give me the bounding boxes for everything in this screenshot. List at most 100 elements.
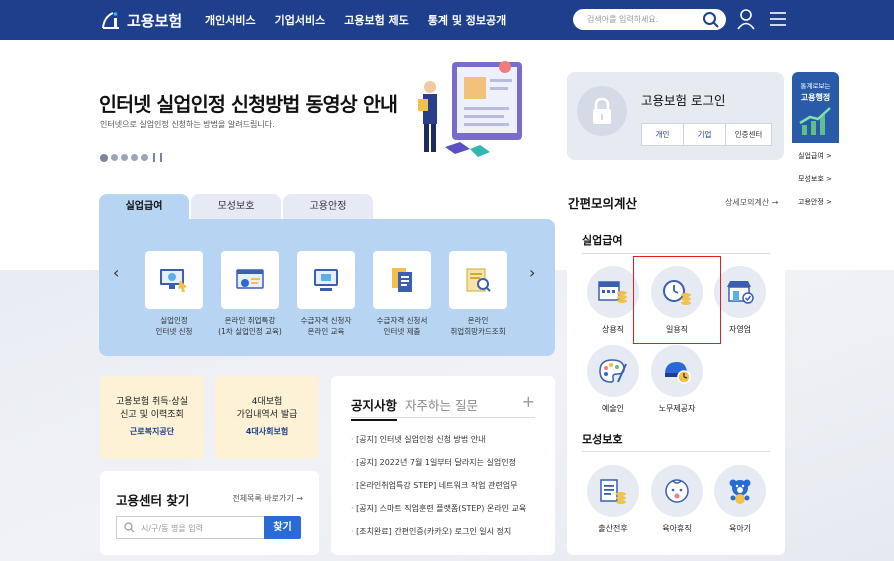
pause-icon[interactable]: [160, 153, 162, 162]
banner-line1: 통계로보는: [800, 82, 831, 90]
baby-icon: [651, 465, 703, 517]
calc-item-label: 출산전후: [598, 524, 628, 533]
section-divider: [582, 253, 770, 254]
nav-personal-service[interactable]: 개인서비스: [205, 12, 256, 28]
calc-item-label: 육아휴직: [662, 524, 692, 533]
center-search-button[interactable]: 찾기: [264, 516, 301, 539]
notice-item[interactable]: [공지] 2022년 7월 1일부터 달라지는 실업인정: [351, 457, 536, 480]
hero-illustration: [418, 61, 522, 157]
section-divider: [582, 451, 770, 452]
tab-employment-stability[interactable]: 고용안정: [283, 194, 373, 219]
search-icon: [124, 522, 135, 533]
site-logo[interactable]: 고용보험: [100, 9, 182, 31]
nav-company-service[interactable]: 기업서비스: [275, 12, 326, 28]
service-label: 수급자격 신청자 온라인 교육: [300, 316, 352, 336]
notice-item[interactable]: [공지] 스마트 직업훈련 플랫폼(STEP) 온라인 교육: [351, 503, 536, 526]
document-submit-icon: [373, 251, 431, 309]
calc-item-labor-provider[interactable]: 노무제공자: [646, 345, 708, 414]
next-arrow-icon[interactable]: ›: [529, 263, 535, 282]
notice-panel: 공지사항 자주하는 질문 + [공지] 인터넷 실업인정 신청 방법 안내 [공…: [331, 376, 555, 555]
center-list-link[interactable]: 전체목록 바로가기 →: [232, 493, 303, 504]
lock-icon: [577, 86, 627, 136]
center-search-placeholder: 시/구/동 명을 입력: [141, 524, 203, 533]
nav-statistics[interactable]: 통계 및 정보공개: [428, 12, 507, 28]
calc-item-childcare[interactable]: 육아기: [709, 465, 771, 534]
notice-item[interactable]: [온라인취업특강 STEP] 네트워크 작업 관련업무: [351, 480, 536, 503]
login-box: 고용보험 로그인 개인 기업 인증센터: [567, 72, 784, 160]
service-item[interactable]: 수급자격 신청자 온라인 교육: [288, 251, 364, 337]
slider-dot[interactable]: [131, 154, 138, 161]
user-icon[interactable]: [736, 8, 756, 30]
calc-item-childbirth[interactable]: 출산전후: [582, 465, 644, 534]
side-link-maternity[interactable]: 모성보호 >: [798, 174, 839, 189]
section-maternity-title: 모성보호: [582, 433, 623, 446]
document-coins-icon: [587, 465, 639, 517]
banner-line2: 고용행정: [800, 93, 831, 102]
tab-unemployment[interactable]: 실업급여: [99, 194, 189, 219]
prev-arrow-icon[interactable]: ‹: [113, 263, 119, 282]
calc-item-label: 육아기: [728, 524, 752, 533]
nav-insurance-system[interactable]: 고용보험 제도: [344, 12, 409, 28]
service-item[interactable]: 수급자격 신청서 인터넷 제출: [364, 251, 440, 337]
service-tabs: 실업급여 모성보호 고용안정: [99, 194, 373, 219]
online-education-icon: [297, 251, 355, 309]
slider-pagination: [100, 153, 162, 162]
detailed-calc-link[interactable]: 상세모의계산 →: [725, 197, 778, 208]
calc-title: 간편모의계산: [568, 196, 638, 211]
hero-subtitle: 인터넷으로 실업인정 신청하는 방법을 알려드립니다.: [100, 120, 275, 129]
more-plus-icon[interactable]: +: [522, 392, 535, 411]
slider-dot[interactable]: [121, 154, 128, 161]
tab-maternity[interactable]: 모성보호: [191, 194, 281, 219]
service-label: 실업인정 인터넷 신청: [155, 316, 193, 336]
search-input[interactable]: 검색어를 입력하세요.: [573, 9, 726, 30]
service-item[interactable]: 온라인 취업희망카드조회: [440, 251, 516, 337]
section-unemployment-title: 실업급여: [582, 234, 623, 247]
login-cert-center-button[interactable]: 인증센터: [726, 124, 771, 145]
side-link-stability[interactable]: 고용안정 >: [798, 197, 839, 212]
main-nav: 개인서비스 기업서비스 고용보험 제도 통계 및 정보공개: [205, 12, 506, 28]
calendar-coins-icon: [587, 266, 639, 318]
center-search-input[interactable]: 시/구/동 명을 입력: [116, 516, 265, 539]
login-company-button[interactable]: 기업: [684, 124, 726, 145]
side-statistics-banner: 통계로보는 고용행정 실업급여 > 모성보호 > 고용안정 >: [792, 72, 839, 215]
service-tab-panel: ‹ › 실업인정 인터넷 신청 온라인 취업특강 (1차 실업인정 교육) 수급…: [99, 219, 555, 356]
calc-item-label: 노무제공자: [658, 404, 696, 413]
video-lecture-icon: [221, 251, 279, 309]
notice-list: [공지] 인터넷 실업인정 신청 방법 안내 [공지] 2022년 7월 1일부…: [351, 434, 536, 549]
hero-title[interactable]: 인터넷 실업인정 신청방법 동영상 안내: [99, 88, 398, 117]
service-label: 온라인 취업특강 (1차 실업인정 교육): [218, 316, 282, 336]
hamburger-menu-icon[interactable]: [769, 11, 787, 27]
employment-center-search: 고용센터 찾기 전체목록 바로가기 → 시/구/동 명을 입력 찾기: [100, 471, 319, 555]
shop-icon: [714, 266, 766, 318]
insurance-certificate-card[interactable]: 4대보험 가입내역서 발급 4대사회보험: [215, 376, 319, 459]
service-label: 수급자격 신청서 인터넷 제출: [376, 316, 428, 336]
statistics-banner[interactable]: 통계로보는 고용행정: [792, 72, 839, 143]
top-header: 고용보험 개인서비스 기업서비스 고용보험 제도 통계 및 정보공개 검색어를 …: [0, 0, 894, 40]
calc-item-label: 예술인: [601, 404, 625, 413]
center-search-title: 고용센터 찾기: [116, 493, 190, 508]
card-text: 고용보험 취득·상실 신고 및 이력조회: [116, 397, 188, 420]
calc-item-parental-leave[interactable]: 육아휴직: [646, 465, 708, 534]
notice-divider: [351, 417, 535, 418]
notice-item[interactable]: [공지] 인터넷 실업인정 신청 방법 안내: [351, 434, 536, 457]
search-placeholder: 검색어를 입력하세요.: [587, 15, 659, 24]
slider-dot[interactable]: [111, 154, 118, 161]
service-item[interactable]: 실업인정 인터넷 신청: [136, 251, 212, 337]
helmet-icon: [651, 345, 703, 397]
service-item[interactable]: 온라인 취업특강 (1차 실업인정 교육): [212, 251, 288, 337]
logo-mark-icon: [102, 12, 119, 29]
search-icon[interactable]: [702, 11, 720, 29]
service-label: 온라인 취업희망카드조회: [450, 316, 506, 336]
logo-text: 고용보험: [127, 11, 183, 30]
login-personal-button[interactable]: 개인: [642, 124, 684, 145]
pause-icon[interactable]: [153, 153, 155, 162]
side-link-unemployment[interactable]: 실업급여 >: [798, 151, 839, 166]
slider-dot[interactable]: [141, 154, 148, 161]
calc-item-artist[interactable]: 예술인: [582, 345, 644, 414]
login-buttons: 개인 기업 인증센터: [641, 123, 772, 146]
highlight-box: [633, 256, 721, 344]
insurance-history-card[interactable]: 고용보험 취득·상실 신고 및 이력조회 근로복지공단: [100, 376, 204, 459]
slider-dot[interactable]: [100, 153, 108, 162]
notice-item[interactable]: [조치완료] 간편인증(카카오) 로그인 일시 정지: [351, 526, 536, 549]
login-title: 고용보험 로그인: [641, 93, 726, 108]
